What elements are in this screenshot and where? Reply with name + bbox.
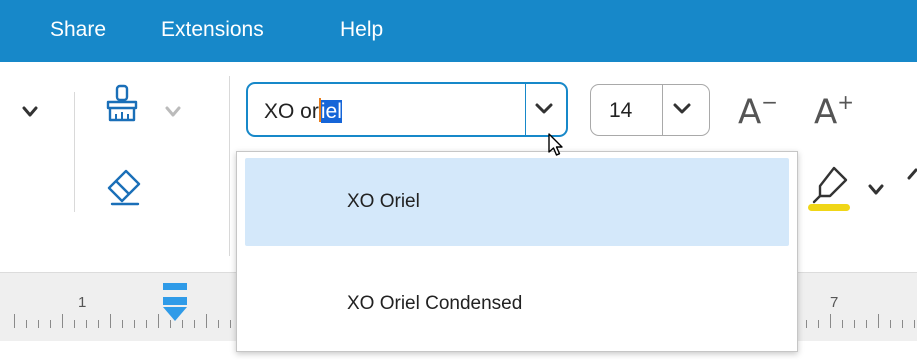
combobox-divider (525, 84, 526, 135)
ruler-tick (218, 320, 219, 328)
chevron-down-icon[interactable] (22, 106, 38, 118)
ruler-tick (206, 314, 207, 328)
ruler-tick (38, 320, 39, 328)
ruler-tick (842, 320, 843, 328)
chevron-down-icon[interactable] (671, 99, 693, 124)
font-option[interactable]: XO Oriel Condensed (245, 260, 789, 348)
font-option[interactable]: XO Oriel (245, 158, 789, 246)
menu-item-help[interactable]: Help (340, 17, 383, 43)
ruler-tick (146, 320, 147, 328)
ruler-tick (74, 320, 75, 328)
ruler-tick (878, 314, 879, 328)
ruler-tick (230, 320, 231, 328)
ruler-tick (890, 320, 891, 328)
font-autocomplete-selection: iel (320, 100, 342, 123)
ruler-label: 7 (830, 294, 839, 311)
arrow-icon[interactable] (906, 168, 917, 190)
chevron-down-icon[interactable] (533, 99, 555, 124)
increase-font-size-icon[interactable]: A+ (814, 84, 854, 132)
ruler-tick (98, 320, 99, 328)
ruler-tick (134, 320, 135, 328)
ruler-tick (86, 320, 87, 328)
chevron-down-icon[interactable] (868, 184, 884, 196)
mouse-cursor-icon (547, 132, 567, 158)
menu-item-share[interactable]: Share (50, 17, 106, 43)
font-typed-text: XO or (264, 100, 319, 123)
ruler-tick (62, 314, 63, 328)
ruler-tick (902, 320, 903, 328)
menu-bar: Share Extensions Help (0, 0, 917, 62)
ruler-tick (110, 314, 111, 328)
ruler-tick (50, 320, 51, 328)
ruler-label: 1 (78, 294, 87, 311)
decrease-font-size-icon[interactable]: A− (738, 84, 778, 132)
ruler-tick (818, 320, 819, 328)
ruler-tick (158, 314, 159, 328)
font-size-value[interactable]: 14 (609, 98, 632, 124)
chevron-down-icon[interactable] (165, 106, 181, 118)
eraser-icon[interactable] (104, 166, 144, 206)
ruler-tick (14, 314, 15, 328)
ruler-tick (26, 320, 27, 328)
highlighter-icon[interactable] (808, 164, 854, 214)
font-name-input[interactable]: XO oriel (264, 98, 342, 125)
ruler-tick (830, 314, 831, 328)
ruler-tick (806, 320, 807, 328)
toolbar-separator (229, 76, 230, 256)
menu-item-extensions[interactable]: Extensions (161, 17, 264, 43)
font-option-label: XO Oriel Condensed (347, 293, 523, 314)
font-option-label: XO Oriel (347, 191, 420, 212)
ruler-tick (194, 320, 195, 328)
paint-brush-icon[interactable] (104, 84, 140, 124)
tab-stop-marker-icon[interactable] (162, 283, 188, 323)
font-size-combobox[interactable]: 14 (590, 84, 710, 136)
font-dropdown-list: XO Oriel XO Oriel Condensed (236, 151, 798, 352)
ruler-tick (866, 320, 867, 328)
ruler-tick (122, 320, 123, 328)
ruler-tick (914, 320, 915, 328)
toolbar-separator (74, 92, 75, 212)
ruler-tick (854, 320, 855, 328)
combobox-divider (662, 85, 663, 135)
font-name-combobox[interactable]: XO oriel (246, 82, 568, 137)
